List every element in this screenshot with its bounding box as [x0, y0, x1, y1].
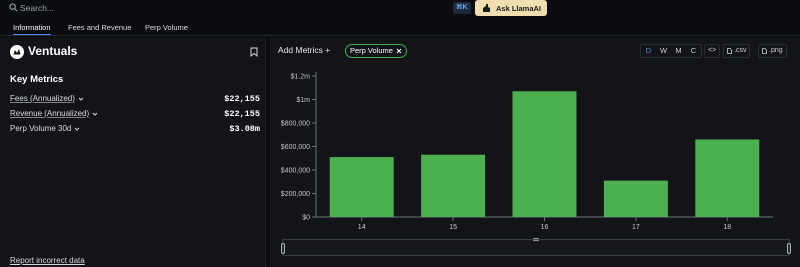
search-input[interactable]	[20, 2, 220, 14]
chart-bar	[421, 154, 486, 217]
chart-panel: Add Metrics + Perp Volume D W M C <> .cs…	[270, 38, 800, 267]
x-tick-label: 15	[449, 224, 457, 231]
bookmark-icon[interactable]	[250, 47, 258, 57]
tab-information[interactable]: Information	[13, 20, 51, 35]
metric-label-fees-text: Fees (Annualized)	[10, 94, 75, 103]
tab-fees-and-revenue[interactable]: Fees and Revenue	[68, 20, 131, 35]
y-tick-label: $200,000	[281, 191, 310, 198]
llama-icon	[483, 4, 490, 12]
range-slider-grip[interactable]	[533, 238, 539, 241]
chevron-down-icon	[75, 127, 80, 131]
protocol-info-panel: Ventuals Key Metrics Fees (Annualized) $…	[0, 38, 266, 267]
metric-label-fees[interactable]: Fees (Annualized)	[10, 94, 84, 103]
ask-llamaai-button[interactable]: Ask LlamaAI	[475, 0, 547, 16]
y-tick-label: $0	[302, 215, 310, 222]
tab-perp-volume[interactable]: Perp Volume	[145, 20, 188, 35]
range-slider[interactable]	[281, 238, 791, 256]
metric-label-perp-volume[interactable]: Perp Volume 30d	[10, 124, 80, 133]
search-icon	[9, 3, 18, 12]
range-slider-left-handle[interactable]	[281, 243, 285, 254]
metric-value-perp-volume: $3.08m	[229, 124, 260, 134]
metric-row-perp-volume: Perp Volume 30d $3.08m	[10, 124, 260, 136]
top-bar: ⌘K Ask LlamaAI	[0, 0, 800, 18]
range-slider-right-handle[interactable]	[787, 243, 791, 254]
search-shortcut-badge: ⌘K	[453, 2, 471, 14]
y-tick-label: $800,000	[281, 121, 310, 128]
report-incorrect-data-link[interactable]: Report incorrect data	[10, 256, 85, 265]
x-tick-label: 17	[632, 224, 640, 231]
ask-llamaai-label: Ask LlamaAI	[496, 3, 542, 13]
y-tick-label: $400,000	[281, 168, 310, 175]
metric-row-fees: Fees (Annualized) $22,155	[10, 94, 260, 106]
x-tick-label: 18	[723, 224, 731, 231]
protocol-name: Ventuals	[28, 44, 78, 58]
chart-bar	[329, 157, 394, 217]
metric-value-revenue: $22,155	[224, 109, 260, 119]
chart-bar	[695, 139, 760, 217]
chart-bar	[512, 91, 577, 217]
metric-value-fees: $22,155	[224, 94, 260, 104]
y-tick-label: $1m	[296, 97, 310, 104]
metric-row-revenue: Revenue (Annualized) $22,155	[10, 109, 260, 121]
x-tick-label: 14	[358, 224, 366, 231]
chart-bar	[603, 180, 668, 217]
chevron-down-icon	[78, 97, 84, 101]
perp-volume-bar-chart: $0 $200,000 $400,000 $600,000 $800,000 $1m $1.…	[281, 72, 773, 231]
metric-label-revenue[interactable]: Revenue (Annualized)	[10, 109, 98, 118]
metric-label-perp-volume-text: Perp Volume 30d	[10, 124, 72, 133]
chevron-down-icon	[92, 112, 98, 116]
key-metrics-title: Key Metrics	[10, 74, 64, 85]
x-tick-label: 16	[541, 224, 549, 231]
y-tick-label: $1.2m	[291, 74, 311, 81]
protocol-logo-icon	[10, 45, 24, 59]
metric-label-revenue-text: Revenue (Annualized)	[10, 109, 90, 118]
tab-bar: Information Fees and Revenue Perp Volume	[0, 18, 800, 36]
y-tick-label: $600,000	[281, 144, 310, 151]
